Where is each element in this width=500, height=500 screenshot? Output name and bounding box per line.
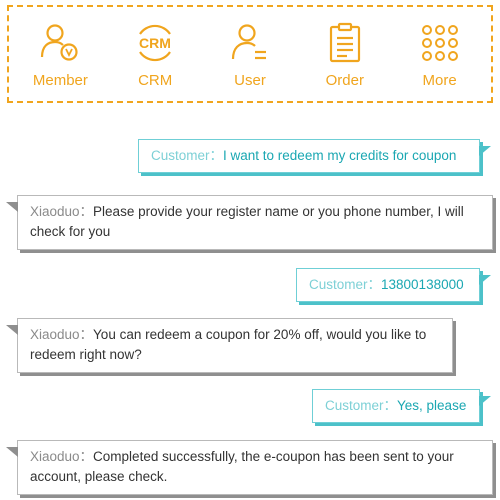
bubble-tail <box>6 202 18 212</box>
bubble-tail <box>6 447 18 457</box>
order-icon <box>322 20 368 66</box>
member-label: Member <box>32 71 88 89</box>
bot-message: Xiaoduo：Please provide your register nam… <box>6 195 493 250</box>
user-button[interactable]: User <box>210 20 290 89</box>
order-label: Order <box>325 71 364 89</box>
bubble-tail <box>479 146 491 156</box>
message-text: Completed successfully, the e-coupon has… <box>30 449 454 484</box>
bubble-tail <box>479 396 491 406</box>
member-icon <box>37 20 83 66</box>
bot-message: Xiaoduo：You can redeem a coupon for 20% … <box>6 318 453 373</box>
speaker-label: Customer： <box>151 148 224 163</box>
quick-action-toolbar: Member CRM CRM User Order More <box>7 5 493 103</box>
message-text: Please provide your register name or you… <box>30 204 464 239</box>
bot-message: Xiaoduo：Completed successfully, the e-co… <box>6 440 493 495</box>
more-icon <box>417 20 463 66</box>
user-label: User <box>234 71 266 89</box>
crm-icon: CRM <box>132 20 178 66</box>
speaker-label: Customer： <box>325 398 398 413</box>
more-label: More <box>422 71 457 89</box>
member-button[interactable]: Member <box>20 20 100 89</box>
customer-message: Customer：Yes, please <box>312 389 491 423</box>
crm-button[interactable]: CRM CRM <box>115 20 195 89</box>
message-text: Yes, please <box>397 398 467 413</box>
bubble-tail <box>6 325 18 335</box>
crm-icon-text: CRM <box>139 35 171 51</box>
message-text: 13800138000 <box>381 277 464 292</box>
speaker-label: Xiaoduo： <box>30 449 94 464</box>
message-text: I want to redeem my credits for coupon <box>223 148 457 163</box>
speaker-label: Xiaoduo： <box>30 204 94 219</box>
order-button[interactable]: Order <box>305 20 385 89</box>
bubble-tail <box>479 275 491 285</box>
crm-label: CRM <box>138 71 173 89</box>
more-button[interactable]: More <box>400 20 480 89</box>
customer-message: Customer：13800138000 <box>296 268 491 302</box>
speaker-label: Xiaoduo： <box>30 327 94 342</box>
customer-message: Customer：I want to redeem my credits for… <box>138 139 491 173</box>
user-icon <box>227 20 273 66</box>
speaker-label: Customer： <box>309 277 382 292</box>
